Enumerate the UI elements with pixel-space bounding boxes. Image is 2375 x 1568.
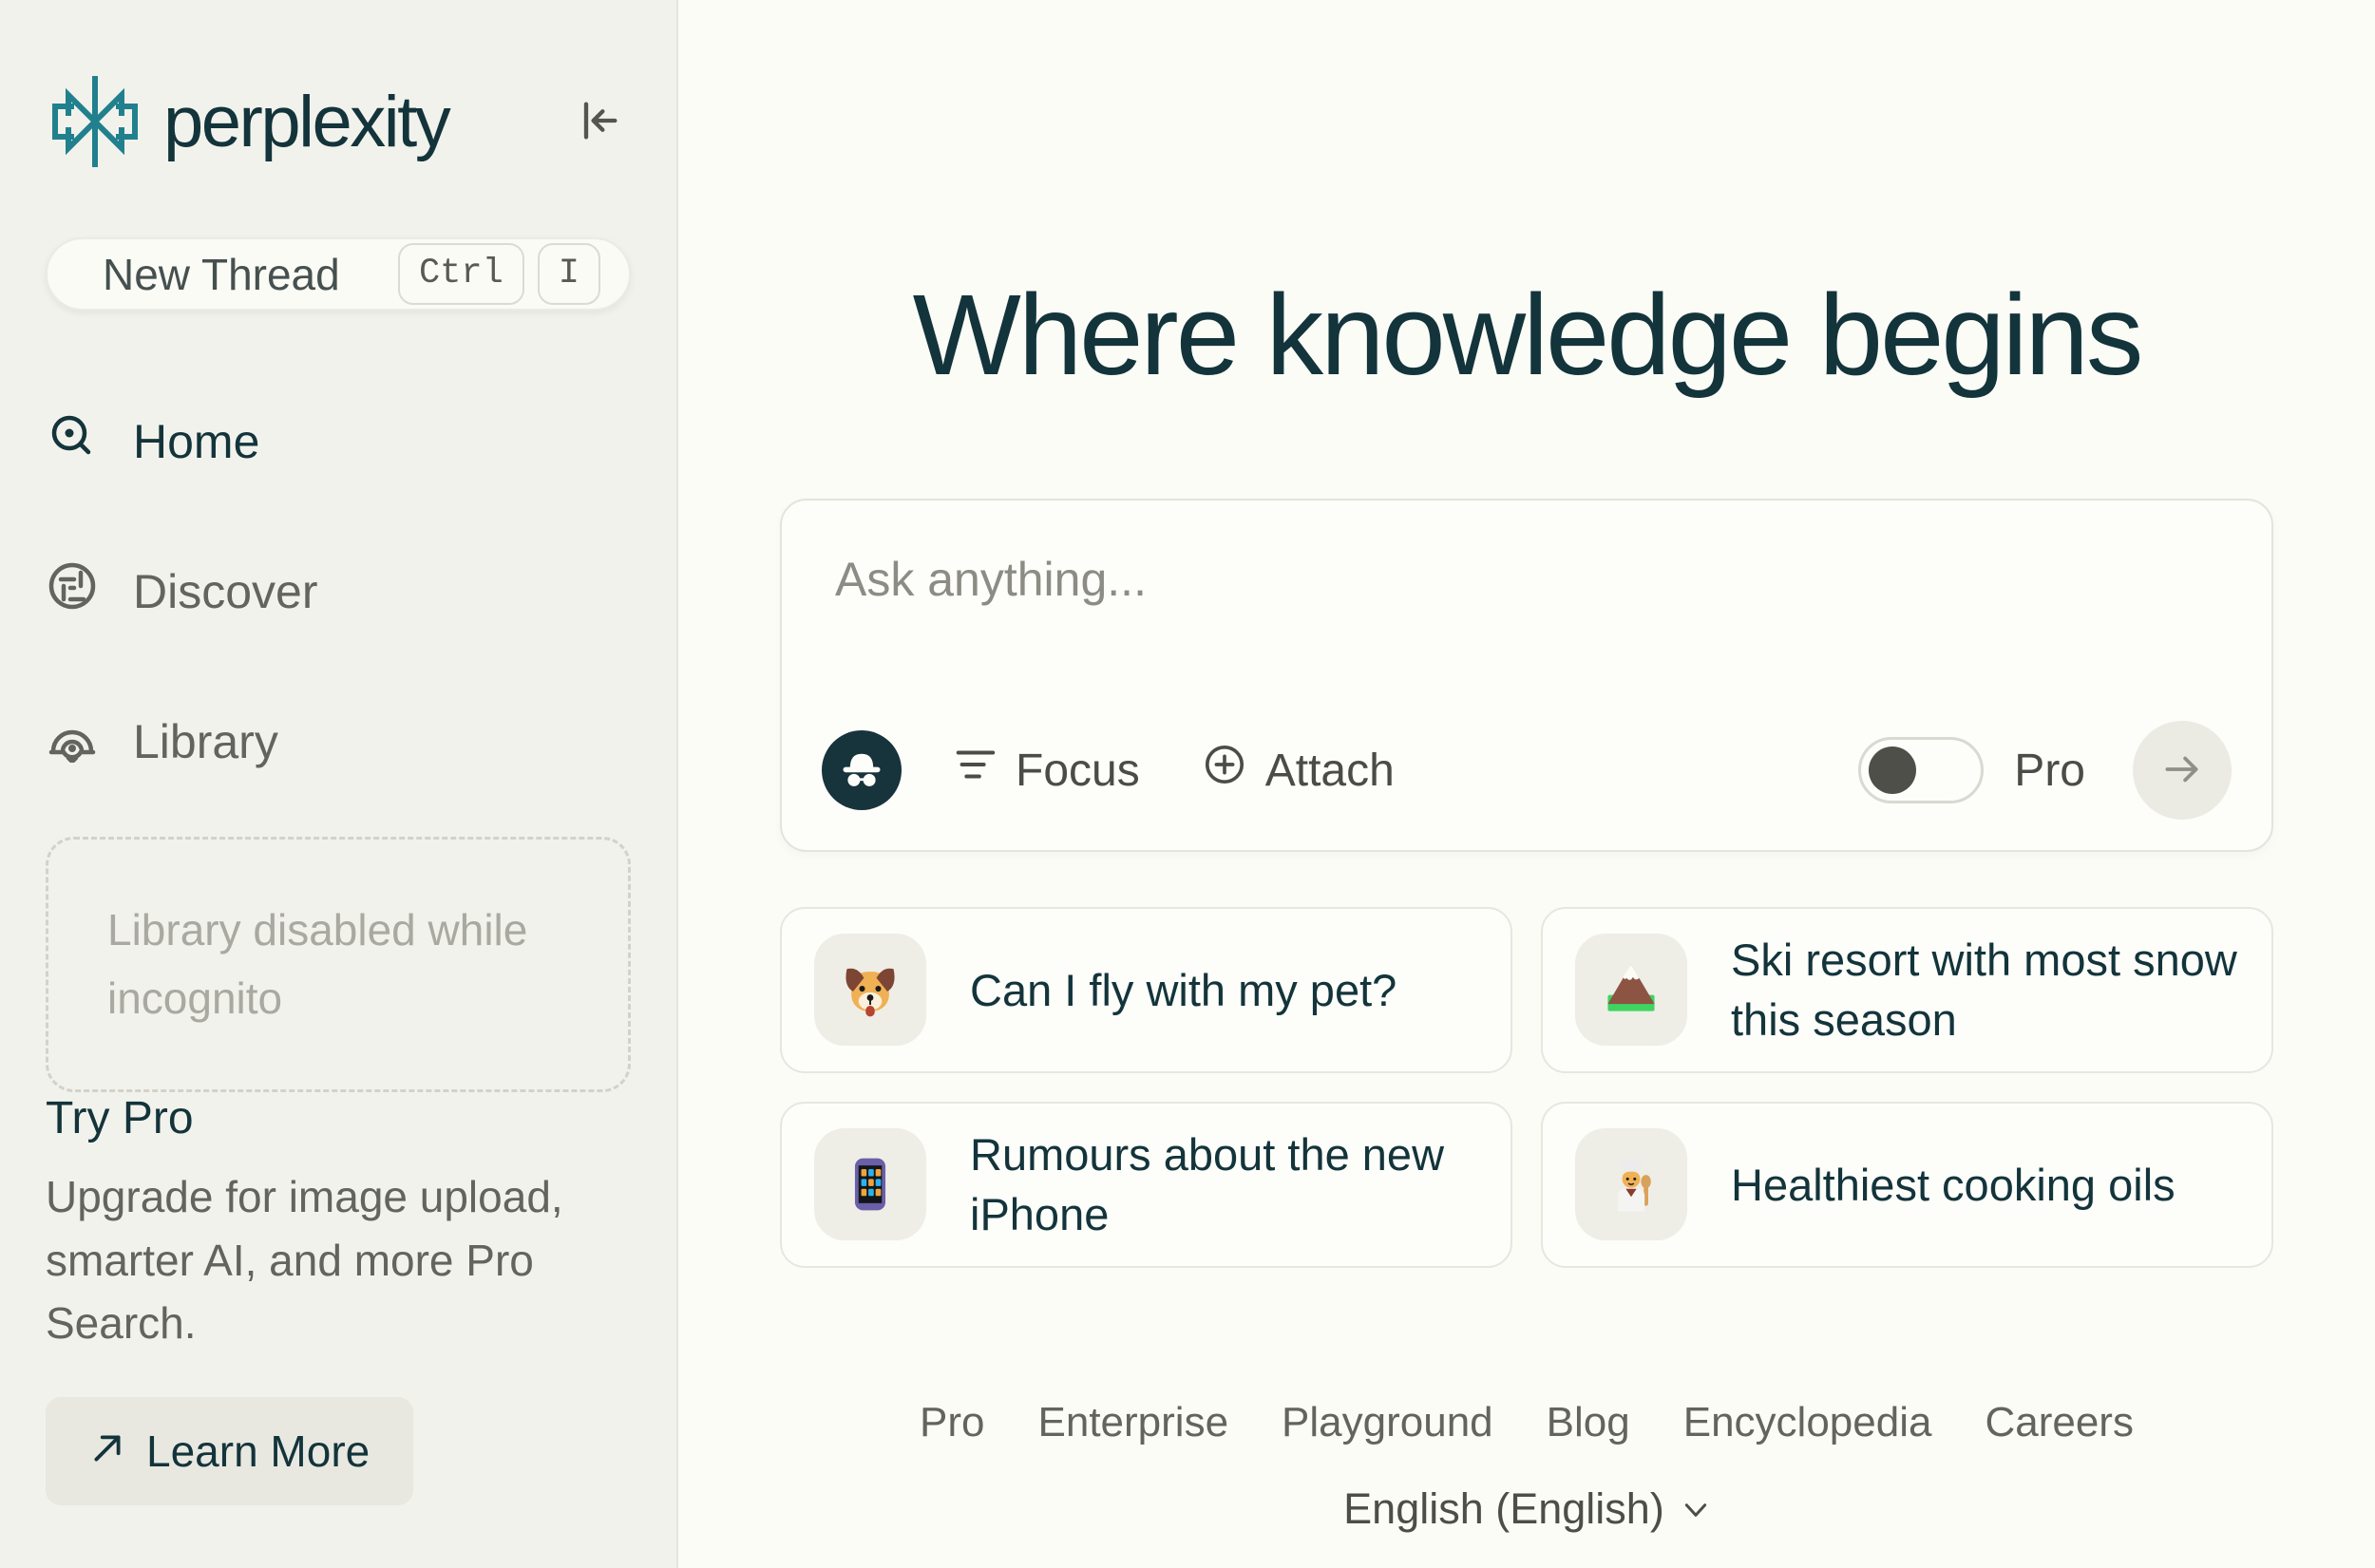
language-selector[interactable]: English (English)	[1343, 1484, 1710, 1534]
library-disabled-notice: Library disabled while incognito	[46, 837, 631, 1092]
perplexity-logo-icon	[46, 72, 144, 171]
home-icon	[46, 409, 99, 474]
incognito-icon	[837, 745, 886, 797]
footer-link-pro[interactable]: Pro	[920, 1399, 984, 1446]
sidebar-item-discover[interactable]: Discover	[46, 559, 631, 624]
collapse-sidebar-icon	[574, 102, 623, 148]
perplexity-home-page: perplexity New Thread Ctrl I Home Discov…	[0, 0, 2375, 1568]
footer-links: Pro Enterprise Playground Blog Encyclope…	[920, 1399, 2134, 1446]
pro-toggle[interactable]	[1858, 737, 1985, 803]
page-title: Where knowledge begins	[912, 270, 2144, 399]
cook-emoji-icon	[1575, 1128, 1687, 1241]
search-controls: Focus Attach Pro	[822, 721, 2232, 820]
search-box: Focus Attach Pro	[780, 499, 2273, 852]
learn-more-label: Learn More	[146, 1426, 370, 1476]
pro-toggle-knob	[1869, 746, 1917, 794]
incognito-avatar-button[interactable]	[822, 730, 902, 810]
discover-icon	[46, 559, 99, 624]
footer: Pro Enterprise Playground Blog Encyclope…	[920, 1399, 2134, 1534]
language-label: English (English)	[1343, 1483, 1664, 1533]
footer-link-enterprise[interactable]: Enterprise	[1038, 1399, 1229, 1446]
sidebar-item-library[interactable]: Library	[46, 709, 631, 774]
main-content: Where knowledge begins Ask anything... F…	[678, 0, 2375, 1568]
suggestion-card-oils[interactable]: Healthiest cooking oils	[1541, 1101, 2273, 1268]
north-east-arrow-icon	[89, 1426, 125, 1477]
suggestion-label: Can I fly with my pet?	[970, 964, 1397, 1015]
dog-face-emoji-icon	[814, 934, 926, 1047]
suggestion-label: Ski resort with most snow this season	[1731, 935, 2237, 1046]
suggestion-label: Rumours about the new iPhone	[970, 1128, 1445, 1240]
focus-filter-icon	[953, 743, 997, 798]
footer-link-careers[interactable]: Careers	[1985, 1399, 2134, 1446]
footer-link-playground[interactable]: Playground	[1282, 1399, 1493, 1446]
attach-label: Attach	[1264, 745, 1395, 796]
attach-button[interactable]: Attach	[1203, 743, 1395, 798]
focus-button[interactable]: Focus	[953, 743, 1140, 798]
arrow-right-icon	[2158, 746, 2206, 796]
collapse-sidebar-button[interactable]	[566, 88, 631, 156]
logo-row: perplexity	[46, 72, 631, 171]
suggestion-card-ski[interactable]: Ski resort with most snow this season	[1541, 907, 2273, 1073]
sidebar-item-label: Home	[133, 415, 260, 469]
suggestion-label: Healthiest cooking oils	[1731, 1159, 2176, 1210]
pro-toggle-label: Pro	[2014, 745, 2085, 796]
sidebar-nav: Home Discover Library	[46, 409, 631, 774]
suggestion-cards: Can I fly with my pet? Ski resort with m…	[780, 907, 2273, 1268]
try-pro-title: Try Pro	[46, 1092, 194, 1143]
sidebar-item-home[interactable]: Home	[46, 409, 631, 474]
snow-capped-mountain-emoji-icon	[1575, 934, 1687, 1047]
attach-plus-icon	[1203, 743, 1246, 798]
submit-button[interactable]	[2133, 721, 2232, 820]
perplexity-logo[interactable]: perplexity	[46, 72, 451, 171]
sidebar: perplexity New Thread Ctrl I Home Discov…	[0, 0, 678, 1568]
suggestion-card-iphone[interactable]: Rumours about the new iPhone	[780, 1101, 1512, 1268]
shortcut-badges: Ctrl I	[397, 243, 600, 306]
new-thread-button[interactable]: New Thread Ctrl I	[46, 237, 631, 312]
brand-wordmark: perplexity	[163, 81, 451, 162]
try-pro-section: Try Pro Upgrade for image upload, smarte…	[46, 1092, 631, 1505]
chevron-down-icon	[1682, 1484, 1710, 1534]
sidebar-item-label: Library	[133, 715, 278, 769]
sidebar-item-label: Discover	[133, 565, 318, 619]
library-icon	[46, 709, 99, 774]
focus-label: Focus	[1016, 745, 1140, 796]
footer-link-blog[interactable]: Blog	[1547, 1399, 1630, 1446]
learn-more-button[interactable]: Learn More	[46, 1397, 414, 1505]
mobile-phone-emoji-icon	[814, 1128, 926, 1241]
try-pro-description: Upgrade for image upload, smarter AI, an…	[46, 1171, 563, 1349]
footer-link-encyclopedia[interactable]: Encyclopedia	[1683, 1399, 1932, 1446]
search-input[interactable]	[835, 552, 2218, 607]
shortcut-key-i: I	[537, 243, 600, 306]
library-disabled-text: Library disabled while incognito	[107, 905, 528, 1023]
new-thread-label: New Thread	[103, 249, 340, 299]
shortcut-key-ctrl: Ctrl	[397, 243, 524, 306]
suggestion-card-pet[interactable]: Can I fly with my pet?	[780, 907, 1512, 1073]
